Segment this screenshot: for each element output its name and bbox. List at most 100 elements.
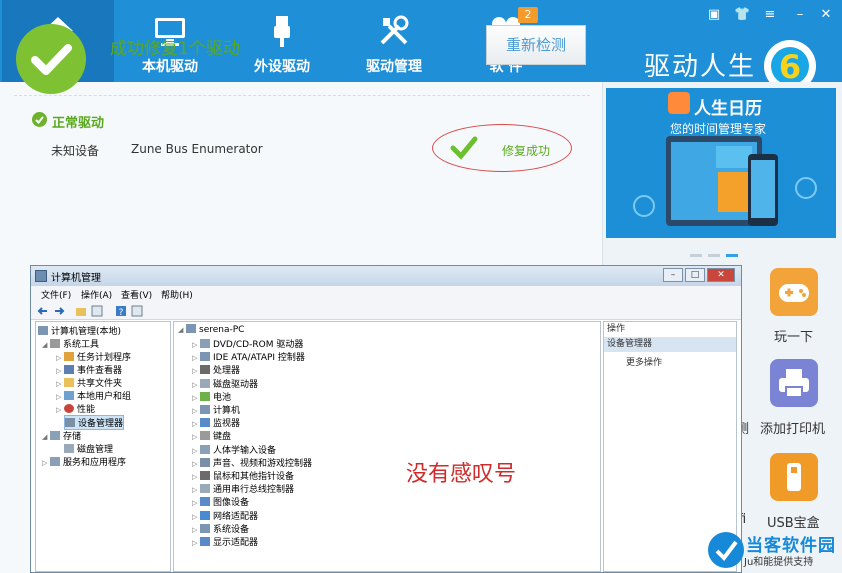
device-manager-icon <box>65 418 75 427</box>
tree-item[interactable]: ▷ 本地用户和组 <box>56 389 131 402</box>
device-category-icon <box>200 339 210 348</box>
success-check-icon <box>16 24 86 94</box>
cm-close-button[interactable]: ✕ <box>707 268 735 282</box>
printer-app-tile[interactable] <box>770 359 818 407</box>
device-category[interactable]: ▷ 声音、视频和游戏控制器 <box>192 456 312 469</box>
minimize-icon[interactable]: – <box>792 7 808 23</box>
tree-item[interactable]: ▷ 事件查看器 <box>56 363 122 376</box>
menu-icon[interactable]: ≡ <box>762 7 778 23</box>
actions-header: 操作 <box>604 322 736 336</box>
menu-help[interactable]: 帮助(H) <box>161 288 193 301</box>
feedback-icon[interactable]: ▣ <box>706 7 722 23</box>
normal-drivers-label: 正常驱动 <box>52 116 105 131</box>
properties-icon[interactable] <box>131 305 143 317</box>
more-actions[interactable]: 更多操作 <box>626 355 662 368</box>
up-folder-icon[interactable] <box>75 305 87 317</box>
cm-title-bar: 计算机管理 – □ ✕ <box>31 266 741 286</box>
ad-title: 人生日历 <box>694 99 762 119</box>
device-category-icon <box>200 523 210 533</box>
cm-tree-pane: 计算机管理(本地) ◢ 系统工具 ▷ 任务计划程序 ▷ 事件查看器 ▷ 共享文件夹 ▷ 本… <box>35 321 171 572</box>
storage-icon <box>50 431 60 440</box>
tree-item[interactable]: ▷ 服务和应用程序 <box>42 455 126 468</box>
computer-management-window: 计算机管理 – □ ✕ 文件(F) 操作(A) 查看(V) 帮助(H) ? 计算… <box>30 265 742 573</box>
cm-maximize-button[interactable]: □ <box>685 268 705 282</box>
device-category[interactable]: ▷ 人体学输入设备 <box>192 443 276 456</box>
help-icon[interactable]: ? <box>115 305 127 317</box>
device-category[interactable]: ▷ IDE ATA/ATAPI 控制器 <box>192 350 305 363</box>
device-category-icon <box>200 484 210 494</box>
device-category-icon <box>200 510 210 520</box>
usb-icon <box>274 16 290 47</box>
nav-local-drivers-label: 本机驱动 <box>142 59 198 75</box>
brand-logo-number: 6 <box>779 48 801 86</box>
disk-icon <box>64 444 74 453</box>
fix-success-check-icon <box>450 136 478 160</box>
recheck-button[interactable]: 重新检测 <box>486 25 586 65</box>
services-icon <box>50 457 60 466</box>
watermark-subtitle: Ju和能提供支持 <box>744 557 814 568</box>
carousel-dot[interactable] <box>708 254 720 257</box>
printer-app-label[interactable]: 添加打印机 <box>760 418 825 437</box>
usb-box-app-tile[interactable] <box>770 453 818 501</box>
forward-arrow-icon[interactable] <box>53 305 65 317</box>
carousel-dot-active[interactable] <box>726 254 738 257</box>
tree-item[interactable]: ▷ 任务计划程序 <box>56 350 131 363</box>
close-icon[interactable]: ✕ <box>818 7 834 23</box>
cm-menu-bar: 文件(F) 操作(A) 查看(V) 帮助(H) <box>31 286 741 302</box>
tree-item[interactable]: ▷ 共享文件夹 <box>56 376 122 389</box>
tree-item[interactable]: 计算机管理(本地) <box>38 324 121 337</box>
actions-device-manager[interactable]: 设备管理器 <box>604 337 736 352</box>
device-category[interactable]: ▷ 系统设备 <box>192 522 249 535</box>
device-category[interactable]: ▷ 图像设备 <box>192 495 249 508</box>
tree-item[interactable]: ▷ 性能 <box>56 402 95 415</box>
device-name: Zune Bus Enumerator <box>131 142 263 156</box>
back-arrow-icon[interactable] <box>37 305 49 317</box>
device-category[interactable]: ▷ 键盘 <box>192 429 231 442</box>
cm-minimize-button[interactable]: – <box>663 268 683 282</box>
tree-item[interactable]: ◢ 系统工具 <box>42 337 99 350</box>
menu-view[interactable]: 查看(V) <box>121 288 152 301</box>
device-category[interactable]: ▷ 显示适配器 <box>192 535 258 548</box>
device-category[interactable]: ▷ 处理器 <box>192 363 240 376</box>
device-category[interactable]: ▷ DVD/CD-ROM 驱动器 <box>192 337 303 350</box>
device-category[interactable]: ▷ 电池 <box>192 390 231 403</box>
device-category[interactable]: ▷ 网络适配器 <box>192 509 258 522</box>
device-category[interactable]: ▷ 鼠标和其他指针设备 <box>192 469 294 482</box>
device-category-icon <box>200 365 210 375</box>
device-category[interactable]: ▷ 通用串行总线控制器 <box>192 482 294 495</box>
device-category[interactable]: ▷ 计算机 <box>192 403 240 416</box>
carousel-dots[interactable] <box>690 246 744 260</box>
tree-item[interactable]: 磁盘管理 <box>64 442 113 455</box>
device-category-icon <box>200 352 210 362</box>
device-category-icon <box>200 444 210 454</box>
device-root[interactable]: ◢ serena-PC <box>178 324 244 335</box>
nav-driver-management[interactable]: 驱动管理 <box>338 0 450 82</box>
menu-file[interactable]: 文件(F) <box>41 288 71 301</box>
device-category-icon <box>200 405 210 414</box>
printer-icon <box>779 369 809 398</box>
device-category[interactable]: ▷ 监视器 <box>192 416 240 429</box>
game-app-label[interactable]: 玩一下 <box>774 326 813 345</box>
shared-folder-icon <box>64 378 74 387</box>
cm-toolbar: ? <box>31 302 741 320</box>
device-category[interactable]: ▷ 磁盘驱动器 <box>192 377 258 390</box>
device-category-icon <box>200 537 210 546</box>
carousel-dot[interactable] <box>690 254 702 257</box>
menu-action[interactable]: 操作(A) <box>81 288 112 301</box>
task-scheduler-icon <box>64 352 74 361</box>
svg-text:?: ? <box>119 308 124 317</box>
fix-success-label: 修复成功 <box>502 144 551 158</box>
computer-icon <box>186 324 196 333</box>
skin-icon[interactable]: 👕 <box>734 7 750 23</box>
game-app-tile[interactable] <box>770 268 818 316</box>
tree-item-device-manager[interactable]: 设备管理器 <box>64 415 125 430</box>
nav-peripheral-drivers[interactable]: 外设驱动 <box>226 0 338 82</box>
show-tree-icon[interactable] <box>91 305 103 317</box>
computer-icon <box>38 326 48 335</box>
nav-driver-management-label: 驱动管理 <box>366 59 422 75</box>
cm-app-icon <box>35 270 47 282</box>
usb-box-icon <box>787 463 801 491</box>
device-category-icon <box>200 457 210 467</box>
tree-item[interactable]: ◢ 存储 <box>42 429 81 442</box>
performance-icon <box>64 404 74 413</box>
